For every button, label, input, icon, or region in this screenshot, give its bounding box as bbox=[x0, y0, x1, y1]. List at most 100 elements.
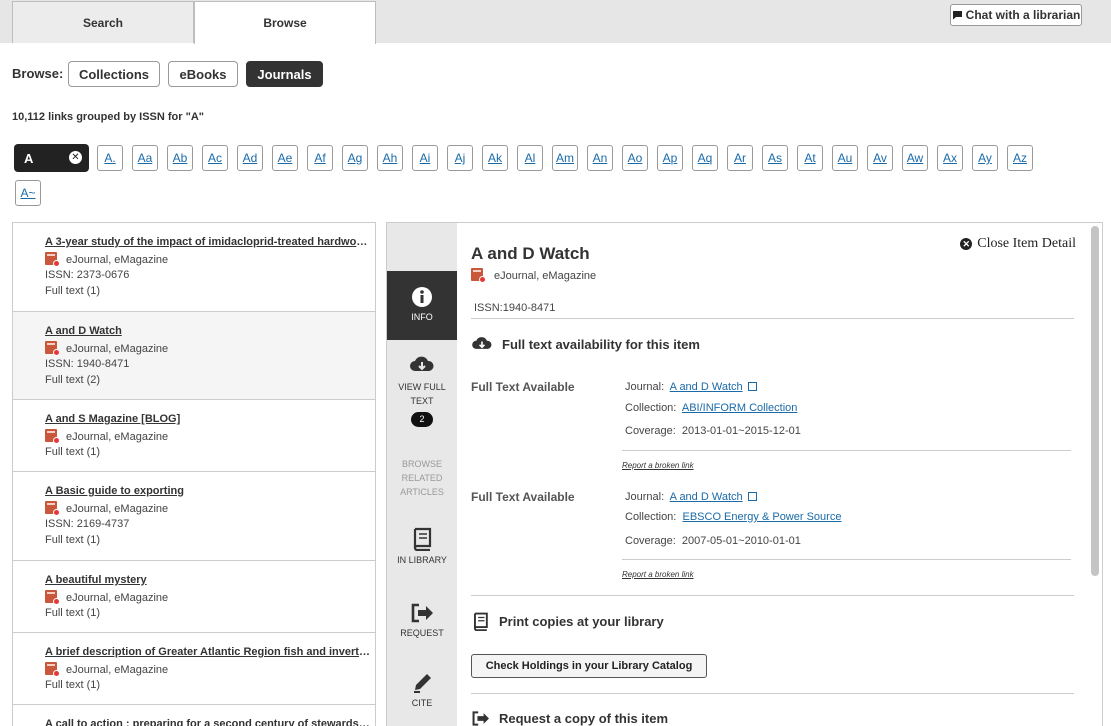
report-broken-link[interactable]: Report a broken link bbox=[622, 461, 694, 470]
letter-filter-button[interactable]: Av bbox=[867, 145, 893, 171]
print-copies-heading: Print copies at your library bbox=[471, 612, 664, 631]
links-count-text: 10,112 links grouped by ISSN for "A" bbox=[12, 111, 204, 123]
result-item[interactable]: A and D Watch eJournal, eMagazine ISSN: 19… bbox=[13, 312, 375, 400]
tab-browse[interactable]: Browse bbox=[194, 1, 376, 44]
result-item[interactable]: A call to action : preparing for a secon… bbox=[13, 705, 375, 726]
sidebar-info-label: INFO bbox=[411, 312, 433, 322]
result-issn: ISSN: 2373-0676 bbox=[45, 269, 130, 281]
full-text-count-badge: 2 bbox=[411, 412, 433, 427]
detail-title: A and D Watch bbox=[471, 244, 590, 263]
letter-filter-button[interactable]: Ag bbox=[342, 145, 368, 171]
journal-row: Journal: A and D Watch bbox=[625, 381, 757, 393]
item-detail-panel: INFO VIEW FULL TEXT 2 BROWSE RELATED ART… bbox=[386, 222, 1103, 726]
letter-filter-button[interactable]: At bbox=[797, 145, 823, 171]
detail-type-label: eJournal, eMagazine bbox=[494, 269, 597, 282]
result-fulltext-count: Full text (1) bbox=[45, 285, 101, 297]
sidebar-cite-label: CITE bbox=[411, 698, 433, 708]
pencil-icon bbox=[414, 674, 431, 693]
browse-ebooks-button[interactable]: eBooks bbox=[168, 61, 238, 87]
sidebar-in-library[interactable]: IN LIBRARY bbox=[387, 527, 457, 567]
letter-filter-button[interactable]: Ai bbox=[412, 145, 438, 171]
journal-icon bbox=[45, 501, 60, 516]
letter-filter-button[interactable]: Az bbox=[1007, 145, 1033, 171]
divider bbox=[622, 559, 1071, 560]
letter-filter-button[interactable]: As bbox=[762, 145, 788, 171]
divider bbox=[471, 693, 1074, 694]
result-title-link[interactable]: A brief description of Greater Atlantic … bbox=[45, 646, 373, 658]
letter-filter-button[interactable]: Au bbox=[832, 145, 858, 171]
letter-filter-button[interactable]: Aw bbox=[902, 145, 928, 171]
journal-icon bbox=[471, 268, 486, 283]
letter-filter-button[interactable]: Ac bbox=[202, 145, 228, 171]
letter-filter-button[interactable]: Aj bbox=[447, 145, 473, 171]
journal-link[interactable]: A and D Watch bbox=[670, 381, 743, 393]
tab-search[interactable]: Search bbox=[12, 1, 194, 43]
active-letter-label: A bbox=[24, 150, 34, 166]
letter-filter-button[interactable]: Ab bbox=[167, 145, 193, 171]
result-title-link[interactable]: A Basic guide to exporting bbox=[45, 485, 373, 497]
result-title-link[interactable]: A and S Magazine [BLOG] bbox=[45, 413, 373, 425]
letter-filter-button[interactable]: Aa bbox=[132, 145, 158, 171]
sidebar-request[interactable]: REQUEST bbox=[387, 602, 457, 642]
request-copy-heading: Request a copy of this item bbox=[471, 710, 668, 726]
coverage-row: Coverage: 2007-05-01~2010-01-01 bbox=[625, 535, 801, 547]
browse-collections-button[interactable]: Collections bbox=[68, 61, 160, 87]
result-type-label: eJournal, eMagazine bbox=[66, 430, 169, 443]
letter-filter-button[interactable]: Ak bbox=[482, 145, 508, 171]
result-type-label: eJournal, eMagazine bbox=[66, 502, 169, 515]
sidebar-info[interactable]: INFO bbox=[387, 271, 457, 340]
result-type: eJournal, eMagazine bbox=[45, 252, 168, 267]
letter-filter-button[interactable]: Ah bbox=[377, 145, 403, 171]
journal-icon bbox=[45, 429, 60, 444]
result-item[interactable]: A 3-year study of the impact of imidaclo… bbox=[13, 223, 375, 312]
letter-filter-button[interactable]: Ap bbox=[657, 145, 683, 171]
report-broken-link[interactable]: Report a broken link bbox=[622, 570, 694, 579]
letter-filter-button[interactable]: Ae bbox=[272, 145, 298, 171]
close-item-detail-button[interactable]: ✕ Close Item Detail bbox=[960, 236, 1076, 252]
sidebar-cite[interactable]: CITE bbox=[387, 670, 457, 710]
divider bbox=[471, 595, 1074, 596]
letter-filter-button[interactable]: Ax bbox=[937, 145, 963, 171]
letter-filter-button[interactable]: An bbox=[587, 145, 613, 171]
sidebar-browse-related-label: BROWSE RELATED ARTICLES bbox=[400, 459, 444, 497]
sidebar-view-full-text[interactable]: VIEW FULL TEXT 2 bbox=[387, 350, 457, 430]
letter-filter-button[interactable]: A~ bbox=[15, 180, 41, 206]
detail-scrollbar[interactable] bbox=[1091, 226, 1099, 576]
letter-filter-button[interactable]: Al bbox=[517, 145, 543, 171]
result-item[interactable]: A and S Magazine [BLOG] eJournal, eMagazi… bbox=[13, 400, 375, 472]
browse-journals-button[interactable]: Journals bbox=[246, 61, 323, 87]
letter-filter-button[interactable]: Ay bbox=[972, 145, 998, 171]
result-issn: ISSN: 2169-4737 bbox=[45, 518, 130, 530]
letter-filter-button[interactable]: A. bbox=[97, 145, 123, 171]
journal-link[interactable]: A and D Watch bbox=[670, 491, 743, 503]
result-type-label: eJournal, eMagazine bbox=[66, 342, 169, 355]
external-link-icon bbox=[747, 382, 757, 391]
collection-link[interactable]: ABI/INFORM Collection bbox=[682, 402, 798, 414]
result-title-link[interactable]: A beautiful mystery bbox=[45, 574, 373, 586]
result-item[interactable]: A brief description of Greater Atlantic … bbox=[13, 633, 375, 705]
collection-row: Collection: EBSCO Energy & Power Source bbox=[625, 511, 841, 523]
letter-filter-button[interactable]: Aq bbox=[692, 145, 718, 171]
letter-filter-button[interactable]: Ar bbox=[727, 145, 753, 171]
letter-filter-button[interactable]: Ao bbox=[622, 145, 648, 171]
active-letter-filter[interactable]: A ✕ bbox=[14, 144, 89, 172]
full-text-available-label: Full Text Available bbox=[471, 490, 575, 504]
result-title-link[interactable]: A call to action : preparing for a secon… bbox=[45, 718, 373, 726]
chat-button-label: Chat with a librarian bbox=[965, 8, 1081, 22]
chat-with-librarian-button[interactable]: Chat with a librarian bbox=[950, 4, 1082, 26]
result-item[interactable]: A Basic guide to exporting eJournal, eMag… bbox=[13, 472, 375, 561]
result-item[interactable]: A beautiful mystery eJournal, eMagazine Fu… bbox=[13, 561, 375, 633]
detail-sidebar: INFO VIEW FULL TEXT 2 BROWSE RELATED ART… bbox=[387, 223, 457, 726]
request-copy-label: Request a copy of this item bbox=[499, 711, 669, 726]
result-title-link[interactable]: A and D Watch bbox=[45, 325, 373, 337]
coverage-key: Coverage: bbox=[625, 425, 676, 437]
letter-filter-button[interactable]: Af bbox=[307, 145, 333, 171]
letter-filter-button[interactable]: Ad bbox=[237, 145, 263, 171]
availability-heading: Full text availability for this item bbox=[471, 335, 700, 353]
chat-bubble-icon bbox=[952, 11, 962, 20]
check-holdings-button[interactable]: Check Holdings in your Library Catalog bbox=[471, 654, 707, 678]
result-title-link[interactable]: A 3-year study of the impact of imidaclo… bbox=[45, 236, 373, 248]
letter-filter-button[interactable]: Am bbox=[552, 145, 578, 171]
clear-filter-icon[interactable]: ✕ bbox=[69, 151, 82, 164]
collection-link[interactable]: EBSCO Energy & Power Source bbox=[682, 511, 841, 523]
